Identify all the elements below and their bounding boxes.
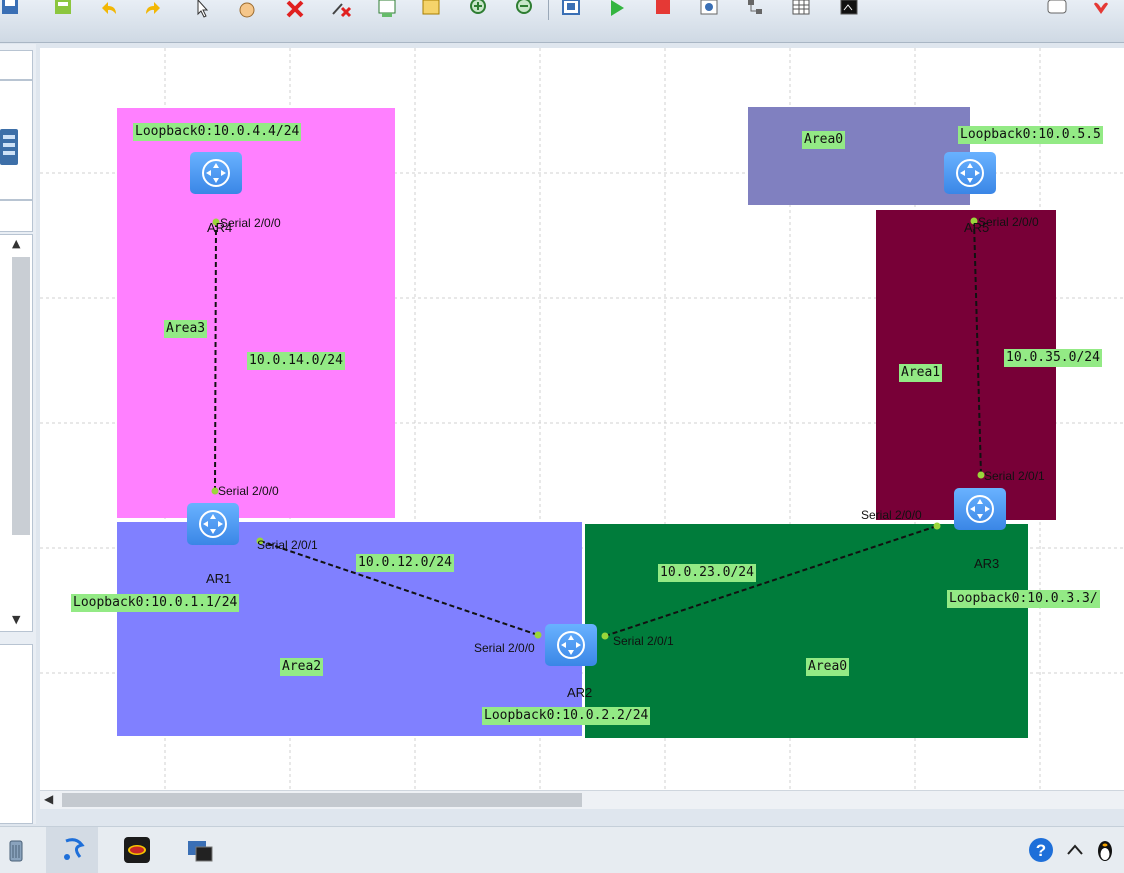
grid-icon[interactable] [790,0,812,18]
scroll-left-icon[interactable]: ◀ [44,792,53,806]
delete-link-icon[interactable] [330,0,352,18]
topology-icon[interactable] [744,0,766,18]
save-icon[interactable] [0,0,22,18]
port-label: Serial 2/0/0 [861,508,922,522]
penguin-icon[interactable] [1090,835,1120,865]
left-panel: ▲ ▼ [0,44,36,824]
subnet-label: 10.0.23.0/24 [658,564,756,582]
redo-icon[interactable] [142,0,164,18]
huawei-logo-icon[interactable] [1090,0,1112,18]
subnet-label: 10.0.12.0/24 [356,554,454,572]
hcl-app-icon[interactable] [122,835,152,865]
delete-icon[interactable] [284,0,306,18]
fit-icon[interactable] [560,0,582,18]
port-dot [601,632,609,640]
port-label: Serial 2/0/0 [474,641,535,655]
port-label: Serial 2/0/1 [984,469,1045,483]
undo-icon[interactable] [98,0,120,18]
panel-lower [0,644,33,824]
scroll-thumb[interactable] [62,793,582,807]
link-ar2-ar3[interactable] [604,525,938,637]
start-icon[interactable] [606,0,628,18]
text-icon[interactable] [376,0,398,18]
window-icon[interactable] [186,835,216,865]
router-icon [557,631,585,659]
server-icon[interactable] [0,129,20,167]
scroll-up-icon[interactable]: ▲ [12,237,28,251]
subnet-label: 10.0.35.0/24 [1004,349,1102,367]
port-label: Serial 2/0/0 [218,484,279,498]
port-label: Serial 2/0/0 [220,216,281,230]
router-ar1[interactable] [187,503,239,545]
area-label: Area0 [806,658,850,676]
router-ar5[interactable] [944,152,996,194]
link-ar5-ar3[interactable] [973,220,982,476]
panel-header [0,50,33,80]
device-name-ar2: AR2 [567,685,593,700]
rectangle-icon[interactable] [420,0,442,18]
router-icon [202,159,230,187]
help-icon[interactable]: ? [1026,835,1056,865]
terminal-icon[interactable] [838,0,860,18]
svg-text:?: ? [1036,841,1046,860]
chevron-up-icon[interactable] [1060,835,1090,865]
device-name-ar1: AR1 [206,571,232,586]
port-label: Serial 2/0/1 [257,538,318,552]
router-ar3[interactable] [954,488,1006,530]
panel-tab[interactable] [0,200,33,232]
port-dot [933,522,941,530]
port-dot [534,631,542,639]
subnet-label: 10.0.14.0/24 [247,352,345,370]
capture-icon[interactable] [698,0,720,18]
area-label: Area1 [899,364,943,382]
zoom-out-icon[interactable] [514,0,536,18]
recycle-bin-icon[interactable] [2,835,32,865]
network-tool-icon[interactable] [60,835,90,865]
loopback-label-ar3: Loopback0:10.0.3.3/ [947,590,1100,608]
port-label: Serial 2/0/1 [613,634,674,648]
router-icon [956,159,984,187]
router-icon [966,495,994,523]
loopback-label-ar2: Loopback0:10.0.2.2/24 [482,707,651,725]
device-palette [0,80,33,200]
loopback-label-ar5: Loopback0:10.0.5.5 [958,126,1103,144]
hand-icon[interactable] [236,0,258,18]
loopback-label-ar4: Loopback0:10.0.4.4/24 [133,123,302,141]
vertical-scrollbar[interactable] [12,257,30,535]
horizontal-scrollbar[interactable]: ◀ [40,790,1124,809]
port-label: Serial 2/0/0 [978,215,1039,229]
toolbar-separator [548,0,549,20]
link-ar4-ar1[interactable] [214,221,217,492]
panel-list: ▲ ▼ [0,234,33,632]
taskbar: ? [0,826,1124,873]
router-ar4[interactable] [190,152,242,194]
scroll-down-icon[interactable]: ▼ [12,613,28,627]
device-name-ar3: AR3 [974,556,1000,571]
stop-icon[interactable] [652,0,674,18]
chat-icon[interactable] [1046,0,1068,18]
area-label: Area0 [802,131,846,149]
area-label: Area2 [280,658,324,676]
area-label: Area3 [164,320,208,338]
zoom-in-icon[interactable] [468,0,490,18]
save-as-icon[interactable] [52,0,74,18]
pointer-icon[interactable] [192,0,214,18]
toolbar [0,0,1124,43]
loopback-label-ar1: Loopback0:10.0.1.1/24 [71,594,240,612]
router-ar2[interactable] [545,624,597,666]
topology-canvas[interactable]: Area3 Area2 Area0 Area1 Area0 AR4 AR5 AR… [40,48,1124,790]
router-icon [199,510,227,538]
